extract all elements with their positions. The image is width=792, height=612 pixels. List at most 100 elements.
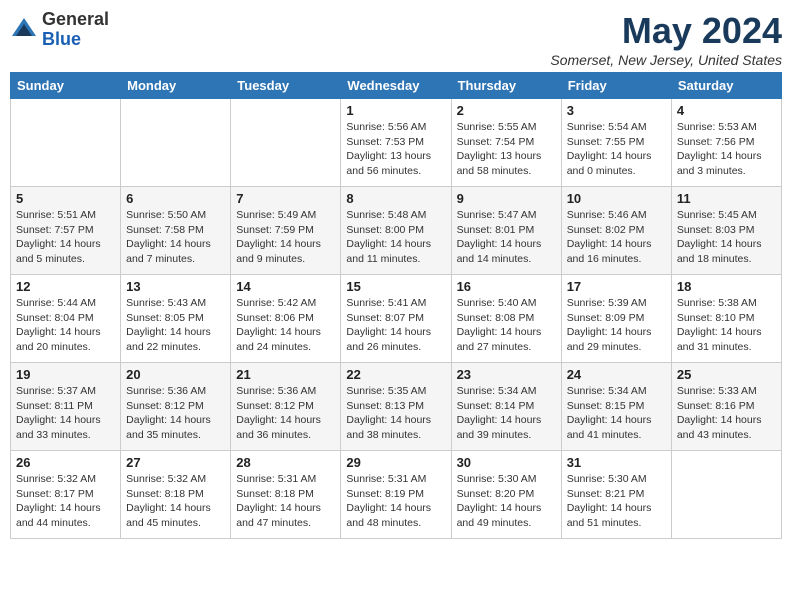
day-info: Sunrise: 5:49 AM Sunset: 7:59 PM Dayligh… — [236, 208, 335, 267]
weekday-header-thursday: Thursday — [451, 73, 561, 99]
calendar-cell: 20Sunrise: 5:36 AM Sunset: 8:12 PM Dayli… — [121, 363, 231, 451]
day-number: 18 — [677, 279, 776, 294]
day-info: Sunrise: 5:43 AM Sunset: 8:05 PM Dayligh… — [126, 296, 225, 355]
day-number: 9 — [457, 191, 556, 206]
weekday-header-friday: Friday — [561, 73, 671, 99]
calendar-cell — [11, 99, 121, 187]
calendar-cell: 30 Sunrise: 5:30 AM Sunset: 8:20 PM Dayli… — [451, 451, 561, 539]
month-title: May 2024 — [550, 10, 782, 52]
day-info: Sunrise: 5:53 AM Sunset: 7:56 PM Dayligh… — [677, 120, 776, 179]
calendar-cell: 13 Sunrise: 5:43 AM Sunset: 8:05 PM Dayli… — [121, 275, 231, 363]
day-info: Sunrise: 5:51 AM Sunset: 7:57 PM Dayligh… — [16, 208, 115, 267]
day-number: 1 — [346, 103, 445, 118]
calendar-cell: 5 Sunrise: 5:51 AM Sunset: 7:57 PM Daylig… — [11, 187, 121, 275]
day-info: Sunrise: 5:32 AM Sunset: 8:18 PM Dayligh… — [126, 472, 225, 531]
calendar-cell: 7Sunrise: 5:49 AM Sunset: 7:59 PM Daylig… — [231, 187, 341, 275]
day-number: 11 — [677, 191, 776, 206]
day-number: 12 — [16, 279, 115, 294]
weekday-header-row: SundayMondayTuesdayWednesdayThursdayFrid… — [11, 73, 782, 99]
day-number: 14 — [236, 279, 335, 294]
day-info: Sunrise: 5:42 AM Sunset: 8:06 PM Dayligh… — [236, 296, 335, 355]
logo-icon — [10, 16, 38, 44]
logo-blue-text: Blue — [42, 30, 109, 50]
calendar-cell — [121, 99, 231, 187]
day-info: Sunrise: 5:41 AM Sunset: 8:07 PM Dayligh… — [346, 296, 445, 355]
calendar-week-3: 12 Sunrise: 5:44 AM Sunset: 8:04 PM Dayli… — [11, 275, 782, 363]
day-info: Sunrise: 5:56 AM Sunset: 7:53 PM Dayligh… — [346, 120, 445, 179]
calendar-header: SundayMondayTuesdayWednesdayThursdayFrid… — [11, 73, 782, 99]
calendar-cell: 11 Sunrise: 5:45 AM Sunset: 8:03 PM Dayli… — [671, 187, 781, 275]
calendar-cell: 31Sunrise: 5:30 AM Sunset: 8:21 PM Dayli… — [561, 451, 671, 539]
day-number: 5 — [16, 191, 115, 206]
calendar-cell: 29 Sunrise: 5:31 AM Sunset: 8:19 PM Dayli… — [341, 451, 451, 539]
day-info: Sunrise: 5:30 AM Sunset: 8:20 PM Dayligh… — [457, 472, 556, 531]
calendar-cell: 15 Sunrise: 5:41 AM Sunset: 8:07 PM Dayli… — [341, 275, 451, 363]
weekday-header-saturday: Saturday — [671, 73, 781, 99]
calendar-cell — [231, 99, 341, 187]
day-number: 31 — [567, 455, 666, 470]
day-info: Sunrise: 5:45 AM Sunset: 8:03 PM Dayligh… — [677, 208, 776, 267]
calendar-cell: 14 Sunrise: 5:42 AM Sunset: 8:06 PM Dayli… — [231, 275, 341, 363]
day-number: 16 — [457, 279, 556, 294]
calendar-cell: 2 Sunrise: 5:55 AM Sunset: 7:54 PM Daylig… — [451, 99, 561, 187]
day-number: 22 — [346, 367, 445, 382]
logo: General Blue — [10, 10, 109, 50]
calendar-cell: 3Sunrise: 5:54 AM Sunset: 7:55 PM Daylig… — [561, 99, 671, 187]
day-number: 2 — [457, 103, 556, 118]
calendar-cell: 18Sunrise: 5:38 AM Sunset: 8:10 PM Dayli… — [671, 275, 781, 363]
day-number: 27 — [126, 455, 225, 470]
page-header: General Blue May 2024 Somerset, New Jers… — [10, 10, 782, 68]
calendar-cell: 23Sunrise: 5:34 AM Sunset: 8:14 PM Dayli… — [451, 363, 561, 451]
day-number: 15 — [346, 279, 445, 294]
calendar-cell: 10 Sunrise: 5:46 AM Sunset: 8:02 PM Dayli… — [561, 187, 671, 275]
day-info: Sunrise: 5:37 AM Sunset: 8:11 PM Dayligh… — [16, 384, 115, 443]
calendar-cell: 17 Sunrise: 5:39 AM Sunset: 8:09 PM Dayli… — [561, 275, 671, 363]
calendar-week-4: 19 Sunrise: 5:37 AM Sunset: 8:11 PM Dayli… — [11, 363, 782, 451]
day-number: 6 — [126, 191, 225, 206]
day-number: 24 — [567, 367, 666, 382]
weekday-header-wednesday: Wednesday — [341, 73, 451, 99]
day-number: 26 — [16, 455, 115, 470]
calendar-cell: 24Sunrise: 5:34 AM Sunset: 8:15 PM Dayli… — [561, 363, 671, 451]
day-number: 4 — [677, 103, 776, 118]
calendar-cell — [671, 451, 781, 539]
day-number: 19 — [16, 367, 115, 382]
calendar-cell: 28Sunrise: 5:31 AM Sunset: 8:18 PM Dayli… — [231, 451, 341, 539]
day-info: Sunrise: 5:34 AM Sunset: 8:14 PM Dayligh… — [457, 384, 556, 443]
day-info: Sunrise: 5:46 AM Sunset: 8:02 PM Dayligh… — [567, 208, 666, 267]
calendar-cell: 21Sunrise: 5:36 AM Sunset: 8:12 PM Dayli… — [231, 363, 341, 451]
calendar-cell: 6 Sunrise: 5:50 AM Sunset: 7:58 PM Daylig… — [121, 187, 231, 275]
day-info: Sunrise: 5:40 AM Sunset: 8:08 PM Dayligh… — [457, 296, 556, 355]
calendar-cell: 16 Sunrise: 5:40 AM Sunset: 8:08 PM Dayli… — [451, 275, 561, 363]
day-info: Sunrise: 5:44 AM Sunset: 8:04 PM Dayligh… — [16, 296, 115, 355]
day-info: Sunrise: 5:36 AM Sunset: 8:12 PM Dayligh… — [236, 384, 335, 443]
day-number: 10 — [567, 191, 666, 206]
day-number: 29 — [346, 455, 445, 470]
day-info: Sunrise: 5:36 AM Sunset: 8:12 PM Dayligh… — [126, 384, 225, 443]
calendar-cell: 8 Sunrise: 5:48 AM Sunset: 8:00 PM Daylig… — [341, 187, 451, 275]
day-info: Sunrise: 5:48 AM Sunset: 8:00 PM Dayligh… — [346, 208, 445, 267]
calendar-table: SundayMondayTuesdayWednesdayThursdayFrid… — [10, 72, 782, 539]
day-info: Sunrise: 5:31 AM Sunset: 8:19 PM Dayligh… — [346, 472, 445, 531]
day-info: Sunrise: 5:55 AM Sunset: 7:54 PM Dayligh… — [457, 120, 556, 179]
day-number: 8 — [346, 191, 445, 206]
day-number: 17 — [567, 279, 666, 294]
calendar-cell: 1 Sunrise: 5:56 AM Sunset: 7:53 PM Daylig… — [341, 99, 451, 187]
calendar-cell: 25Sunrise: 5:33 AM Sunset: 8:16 PM Dayli… — [671, 363, 781, 451]
day-number: 30 — [457, 455, 556, 470]
day-number: 13 — [126, 279, 225, 294]
calendar-cell: 9 Sunrise: 5:47 AM Sunset: 8:01 PM Daylig… — [451, 187, 561, 275]
calendar-week-2: 5 Sunrise: 5:51 AM Sunset: 7:57 PM Daylig… — [11, 187, 782, 275]
calendar-week-1: 1 Sunrise: 5:56 AM Sunset: 7:53 PM Daylig… — [11, 99, 782, 187]
calendar-body: 1 Sunrise: 5:56 AM Sunset: 7:53 PM Daylig… — [11, 99, 782, 539]
calendar-week-5: 26 Sunrise: 5:32 AM Sunset: 8:17 PM Dayli… — [11, 451, 782, 539]
day-info: Sunrise: 5:35 AM Sunset: 8:13 PM Dayligh… — [346, 384, 445, 443]
day-info: Sunrise: 5:54 AM Sunset: 7:55 PM Dayligh… — [567, 120, 666, 179]
day-info: Sunrise: 5:39 AM Sunset: 8:09 PM Dayligh… — [567, 296, 666, 355]
day-info: Sunrise: 5:47 AM Sunset: 8:01 PM Dayligh… — [457, 208, 556, 267]
calendar-cell: 4 Sunrise: 5:53 AM Sunset: 7:56 PM Daylig… — [671, 99, 781, 187]
day-info: Sunrise: 5:32 AM Sunset: 8:17 PM Dayligh… — [16, 472, 115, 531]
calendar-cell: 26 Sunrise: 5:32 AM Sunset: 8:17 PM Dayli… — [11, 451, 121, 539]
calendar-cell: 22 Sunrise: 5:35 AM Sunset: 8:13 PM Dayli… — [341, 363, 451, 451]
day-info: Sunrise: 5:50 AM Sunset: 7:58 PM Dayligh… — [126, 208, 225, 267]
